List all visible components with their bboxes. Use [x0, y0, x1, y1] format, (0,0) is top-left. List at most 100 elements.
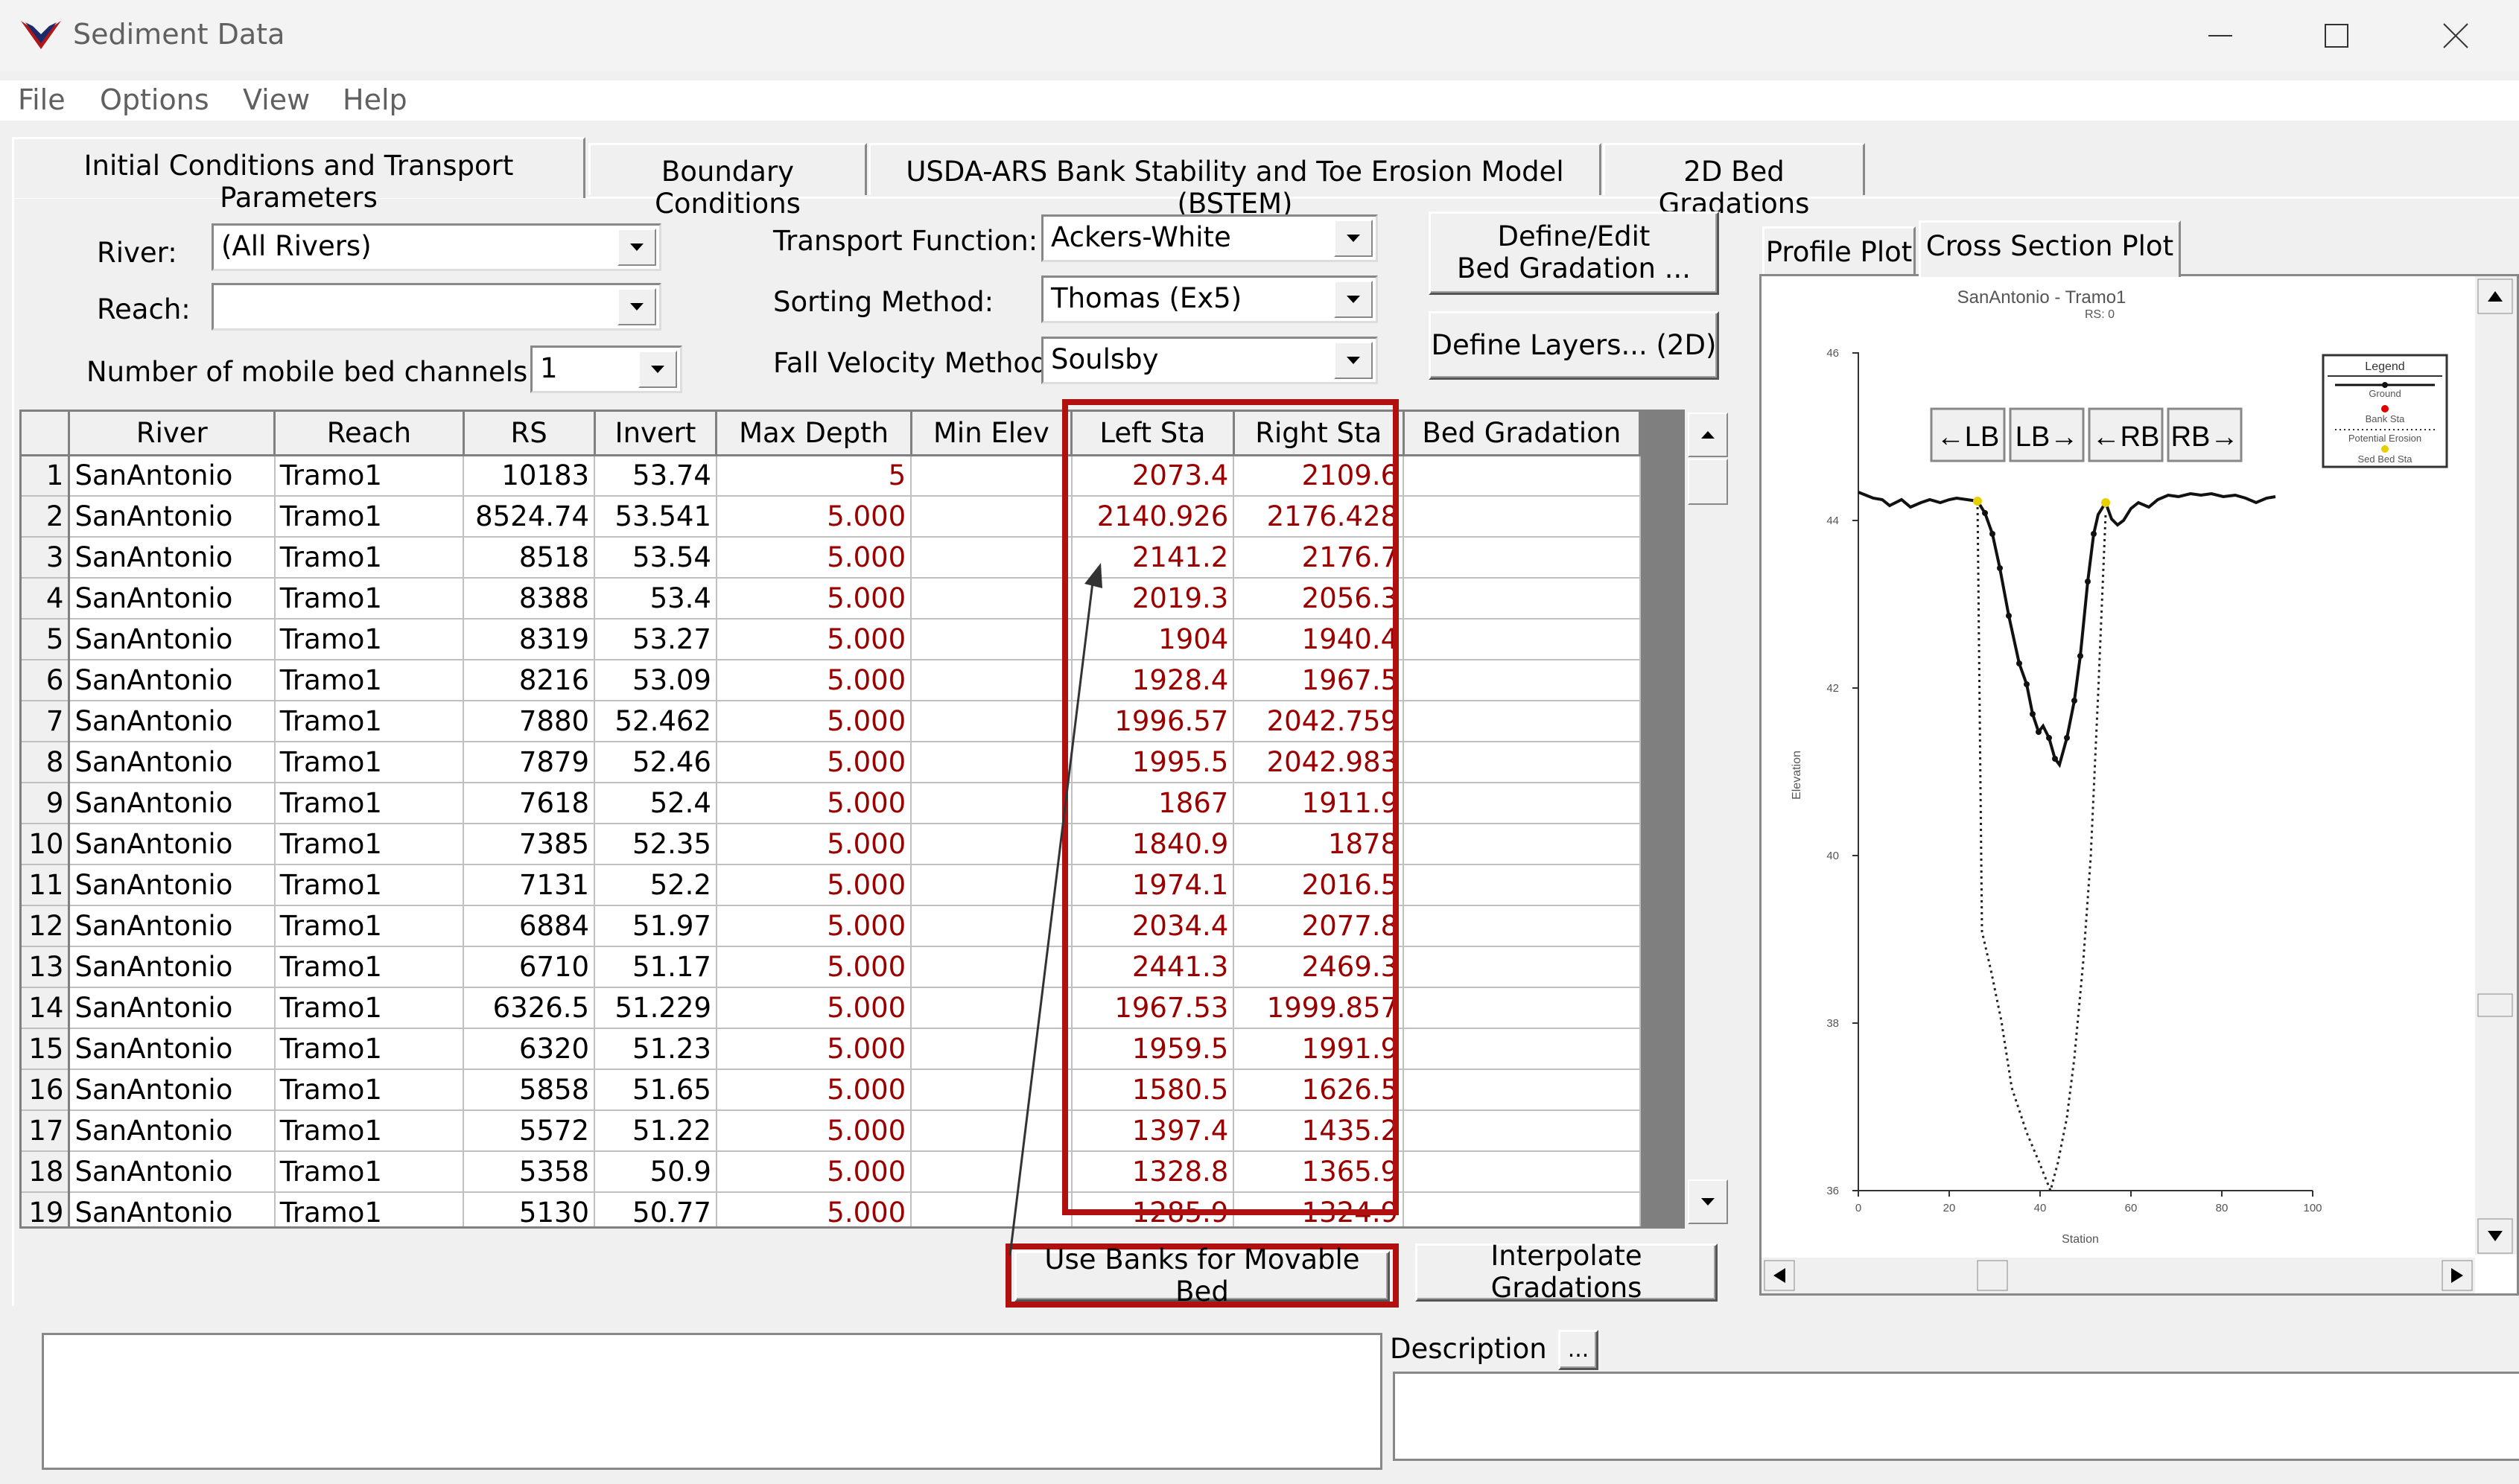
cell-river[interactable]: SanAntonio	[69, 946, 276, 988]
tab-cross-section-plot[interactable]: Cross Section Plot	[1919, 220, 2181, 277]
cell-reach[interactable]: Tramo1	[274, 946, 465, 988]
cell-max-depth[interactable]: 5.000	[716, 1192, 912, 1226]
cell-min-elev[interactable]	[911, 987, 1073, 1029]
cell-invert[interactable]: 51.23	[594, 1028, 717, 1070]
cell-left-sta[interactable]: 1959.5	[1071, 1028, 1235, 1070]
cell-rs[interactable]: 5858	[463, 1069, 596, 1111]
cell-river[interactable]: SanAntonio	[69, 619, 276, 660]
cell-max-depth[interactable]: 5.000	[716, 742, 912, 783]
cell-invert[interactable]: 52.46	[594, 742, 717, 783]
table-row[interactable]: 9 SanAntonio Tramo1 7618 52.4 5.000 1867 1911.9	[22, 783, 1641, 824]
cell-right-sta[interactable]: 2469.3	[1233, 946, 1405, 988]
cell-max-depth[interactable]: 5.000	[716, 537, 912, 579]
sediment-data-table[interactable]: River Reach RS Invert Max Depth Min Elev…	[19, 410, 1643, 1229]
cell-invert[interactable]: 50.77	[594, 1192, 717, 1226]
cell-bed-gradation[interactable]	[1403, 824, 1641, 865]
table-row[interactable]: 10 SanAntonio Tramo1 7385 52.35 5.000 1840.9 18…	[22, 824, 1641, 865]
cell-bed-gradation[interactable]	[1403, 1028, 1641, 1070]
table-row[interactable]: 4 SanAntonio Tramo1 8388 53.4 5.000 2019.3 2056…	[22, 578, 1641, 620]
cell-min-elev[interactable]	[911, 905, 1073, 947]
cell-rs[interactable]: 6326.5	[463, 987, 596, 1029]
cell-reach[interactable]: Tramo1	[274, 1192, 465, 1226]
cell-max-depth[interactable]: 5.000	[716, 496, 912, 538]
cell-min-elev[interactable]	[911, 701, 1073, 742]
cell-rs[interactable]: 7618	[463, 783, 596, 824]
table-row[interactable]: 14 SanAntonio Tramo1 6326.5 51.229 5.000 1967.…	[22, 987, 1641, 1029]
cell-max-depth[interactable]: 5.000	[716, 660, 912, 701]
cell-min-elev[interactable]	[911, 1151, 1073, 1193]
table-row[interactable]: 7 SanAntonio Tramo1 7880 52.462 5.000 1996.57 2…	[22, 701, 1641, 742]
cell-min-elev[interactable]	[911, 619, 1073, 660]
cell-left-sta[interactable]: 2141.2	[1071, 537, 1235, 579]
cell-min-elev[interactable]	[911, 578, 1073, 620]
table-row[interactable]: 12 SanAntonio Tramo1 6884 51.97 5.000 2034.4 20…	[22, 905, 1641, 947]
cell-bed-gradation[interactable]	[1403, 742, 1641, 783]
header-bed-gradation[interactable]: Bed Gradation	[1403, 412, 1641, 456]
header-right-sta[interactable]: Right Sta	[1233, 412, 1405, 456]
description-textbox[interactable]	[1393, 1372, 2519, 1461]
cell-rs[interactable]: 5130	[463, 1192, 596, 1226]
plot-vertical-scrollbar[interactable]	[2475, 276, 2517, 1255]
cell-bed-gradation[interactable]	[1403, 946, 1641, 988]
cell-bed-gradation[interactable]	[1403, 578, 1641, 620]
header-min-elev[interactable]: Min Elev	[911, 412, 1073, 456]
cell-reach[interactable]: Tramo1	[274, 1069, 465, 1111]
cell-rs[interactable]: 8518	[463, 537, 596, 579]
cell-max-depth[interactable]: 5.000	[716, 1028, 912, 1070]
maximize-button[interactable]	[2303, 12, 2370, 60]
cell-left-sta[interactable]: 2441.3	[1071, 946, 1235, 988]
table-row[interactable]: 18 SanAntonio Tramo1 5358 50.9 5.000 1328.8 136…	[22, 1151, 1641, 1193]
cell-left-sta[interactable]: 2140.926	[1071, 496, 1235, 538]
cell-max-depth[interactable]: 5.000	[716, 864, 912, 906]
cell-left-sta[interactable]: 1974.1	[1071, 864, 1235, 906]
cell-bed-gradation[interactable]	[1403, 864, 1641, 906]
cell-reach[interactable]: Tramo1	[274, 660, 465, 701]
cell-right-sta[interactable]: 1940.4	[1233, 619, 1405, 660]
cell-right-sta[interactable]: 1991.9	[1233, 1028, 1405, 1070]
cell-min-elev[interactable]	[911, 496, 1073, 538]
cell-invert[interactable]: 51.65	[594, 1069, 717, 1111]
cell-river[interactable]: SanAntonio	[69, 660, 276, 701]
cell-left-sta[interactable]: 1328.8	[1071, 1151, 1235, 1193]
river-select[interactable]: (All Rivers)	[212, 223, 661, 271]
cell-reach[interactable]: Tramo1	[274, 742, 465, 783]
cell-invert[interactable]: 53.541	[594, 496, 717, 538]
cell-invert[interactable]: 52.462	[594, 701, 717, 742]
cell-min-elev[interactable]	[911, 824, 1073, 865]
cell-reach[interactable]: Tramo1	[274, 783, 465, 824]
cell-river[interactable]: SanAntonio	[69, 987, 276, 1029]
cell-river[interactable]: SanAntonio	[69, 455, 276, 497]
cell-rs[interactable]: 7879	[463, 742, 596, 783]
scroll-down-button[interactable]	[1688, 1179, 1728, 1224]
cell-max-depth[interactable]: 5.000	[716, 701, 912, 742]
cell-bed-gradation[interactable]	[1403, 1110, 1641, 1152]
cell-invert[interactable]: 53.27	[594, 619, 717, 660]
cell-river[interactable]: SanAntonio	[69, 1028, 276, 1070]
cell-bed-gradation[interactable]	[1403, 619, 1641, 660]
cell-river[interactable]: SanAntonio	[69, 1069, 276, 1111]
cell-min-elev[interactable]	[911, 742, 1073, 783]
minimize-button[interactable]	[2187, 12, 2254, 60]
cell-invert[interactable]: 51.17	[594, 946, 717, 988]
cell-right-sta[interactable]: 1967.5	[1233, 660, 1405, 701]
cell-reach[interactable]: Tramo1	[274, 701, 465, 742]
cell-max-depth[interactable]: 5.000	[716, 824, 912, 865]
cell-reach[interactable]: Tramo1	[274, 987, 465, 1029]
table-row[interactable]: 15 SanAntonio Tramo1 6320 51.23 5.000 1959.5 19…	[22, 1028, 1641, 1070]
cell-reach[interactable]: Tramo1	[274, 824, 465, 865]
menu-options[interactable]: Options	[100, 83, 209, 116]
cell-river[interactable]: SanAntonio	[69, 701, 276, 742]
channels-select[interactable]: 1	[530, 345, 682, 393]
cell-right-sta[interactable]: 2176.428	[1233, 496, 1405, 538]
cell-min-elev[interactable]	[911, 1028, 1073, 1070]
cell-river[interactable]: SanAntonio	[69, 824, 276, 865]
plot-vscroll-thumb[interactable]	[2477, 993, 2513, 1017]
cell-invert[interactable]: 53.54	[594, 537, 717, 579]
cell-bed-gradation[interactable]	[1403, 905, 1641, 947]
cell-max-depth[interactable]: 5.000	[716, 783, 912, 824]
cell-invert[interactable]: 51.97	[594, 905, 717, 947]
cell-min-elev[interactable]	[911, 1110, 1073, 1152]
cell-left-sta[interactable]: 1995.5	[1071, 742, 1235, 783]
table-row[interactable]: 16 SanAntonio Tramo1 5858 51.65 5.000 1580.5 16…	[22, 1069, 1641, 1111]
header-left-sta[interactable]: Left Sta	[1071, 412, 1235, 456]
